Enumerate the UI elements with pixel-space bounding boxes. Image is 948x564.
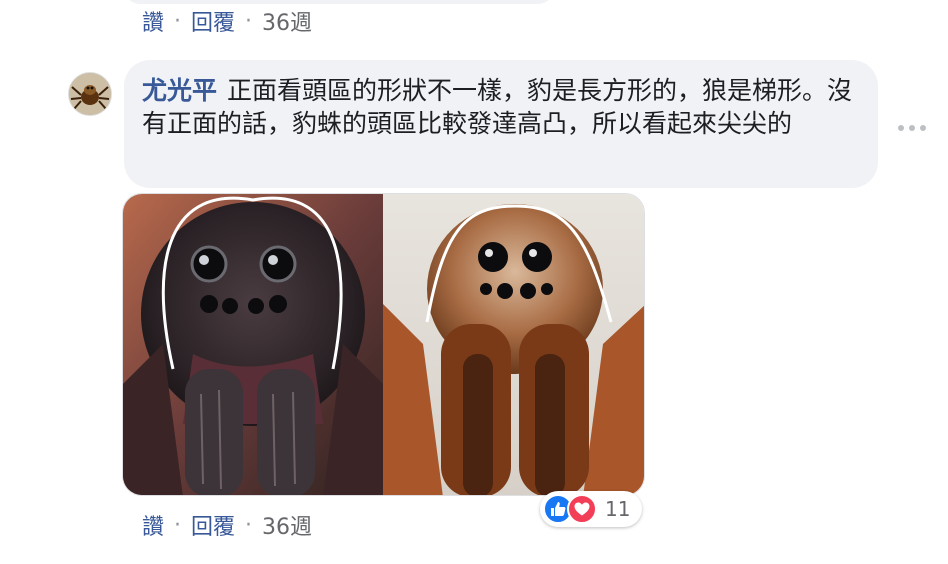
timestamp-link[interactable]: 36週: [262, 509, 312, 541]
like-link[interactable]: 讚: [142, 509, 164, 541]
like-link[interactable]: 讚: [142, 5, 164, 37]
timestamp-link[interactable]: 36週: [262, 5, 312, 37]
separator-dot: ·: [245, 8, 253, 34]
more-options-icon[interactable]: [898, 120, 926, 136]
comment-text: 正面看頭區的形狀不一樣，豹是長方形的，狼是梯形。沒有正面的話，豹蛛的頭區比較發達…: [142, 76, 853, 138]
comment-bubble: 尤光平 正面看頭區的形狀不一樣，豹是長方形的，狼是梯形。沒有正面的話，豹蛛的頭區比…: [124, 60, 878, 188]
love-icon: [567, 494, 597, 524]
wolf-spider-image: [123, 194, 383, 495]
separator-dot: ·: [174, 8, 182, 34]
reply-link[interactable]: 回覆: [191, 5, 235, 37]
reactions-summary[interactable]: 11: [540, 491, 643, 527]
avatar[interactable]: [68, 72, 112, 116]
comment-photo[interactable]: [122, 193, 645, 496]
separator-dot: ·: [174, 512, 182, 538]
jumping-spider-image: [383, 194, 644, 495]
reaction-count: 11: [605, 497, 631, 521]
separator-dot: ·: [245, 512, 253, 538]
comment-author-link[interactable]: 尤光平: [142, 76, 217, 105]
reply-link[interactable]: 回覆: [191, 509, 235, 541]
previous-comment-actions: 讚 · 回覆 · 36週: [142, 5, 312, 37]
comment-actions: 讚 · 回覆 · 36週: [142, 509, 312, 541]
previous-comment-bubble: [124, 0, 554, 4]
